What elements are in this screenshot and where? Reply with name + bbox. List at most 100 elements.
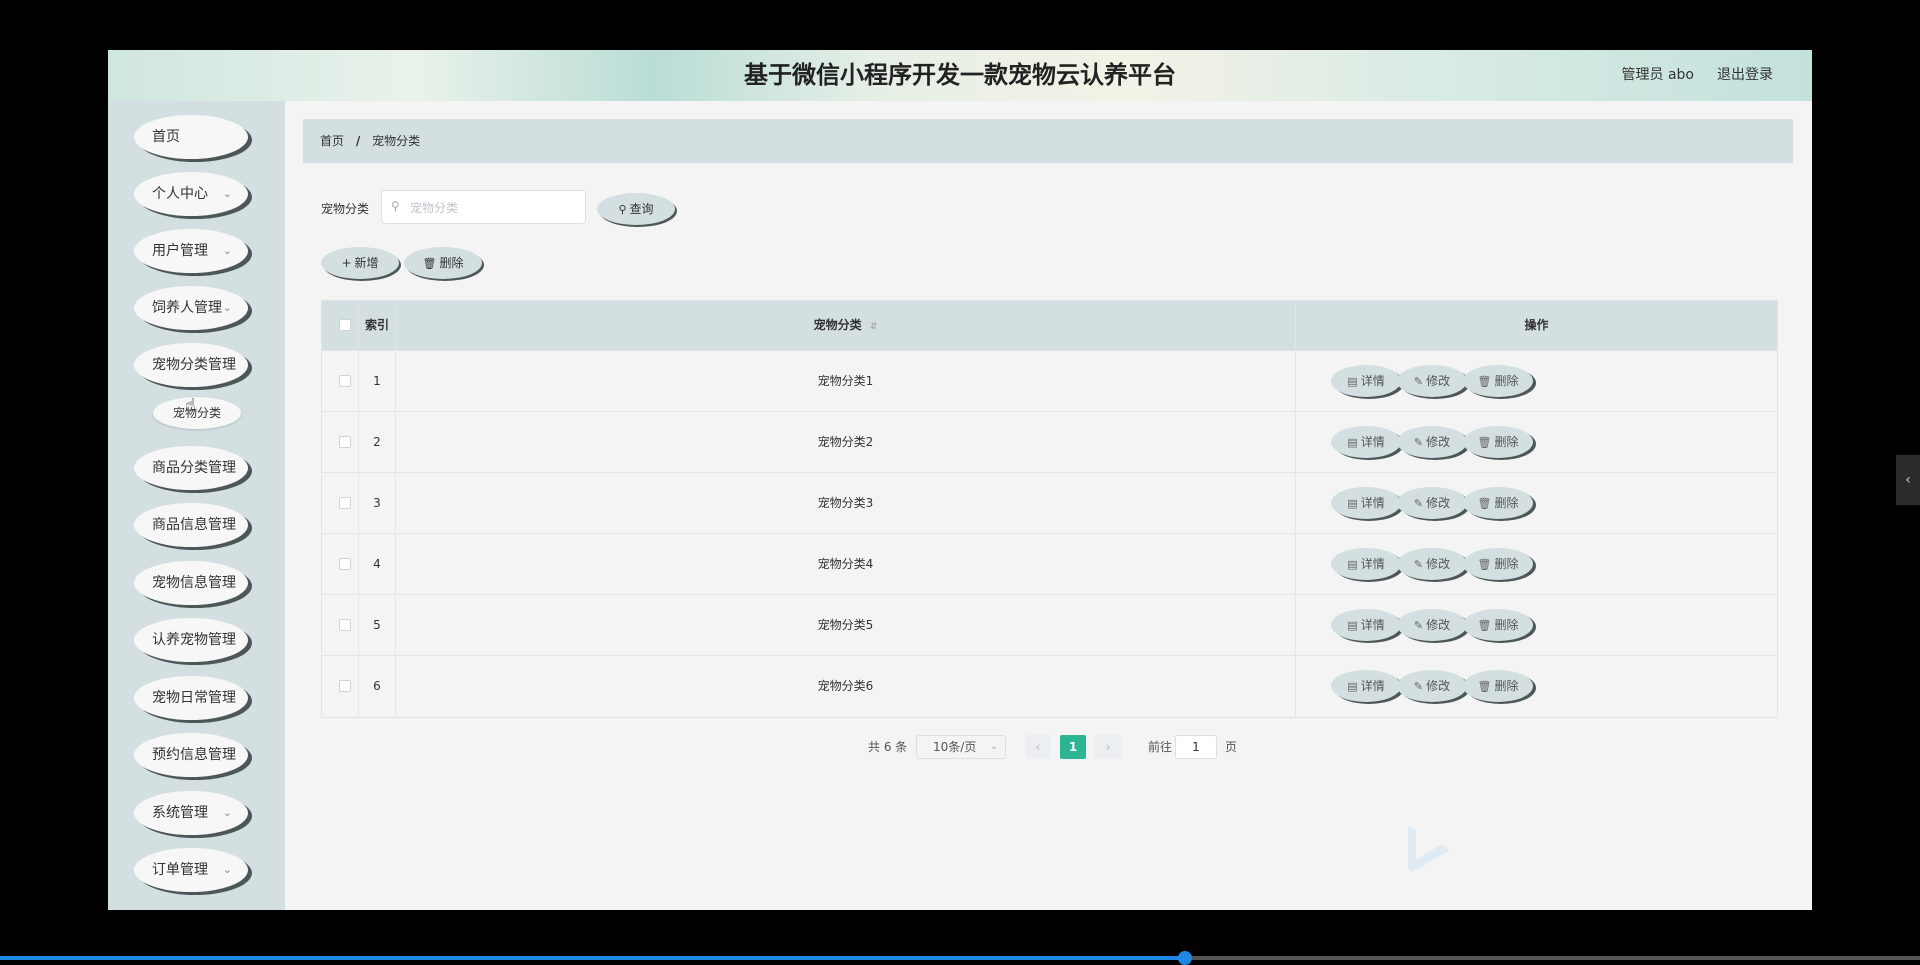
pencil-icon: ✎ — [1413, 680, 1424, 693]
prev-page-button[interactable]: ‹ — [1025, 735, 1051, 759]
trash-icon: 🗑 — [422, 257, 437, 270]
next-page-button[interactable]: › — [1095, 735, 1121, 759]
delete-button-label: 删除 — [439, 256, 464, 270]
sidebar-item-label: 宠物信息管理 — [152, 575, 236, 591]
sidebar-subitem-pet-category[interactable]: 宠物分类 — [153, 397, 241, 429]
chevron-down-icon: ⌄ — [222, 301, 232, 314]
detail-label: 详情 — [1360, 557, 1385, 571]
breadcrumb-separator: / — [355, 134, 361, 148]
sidebar-item-7[interactable]: 宠物信息管理 — [134, 561, 248, 605]
row-category: 宠物分类6 — [817, 679, 874, 693]
search-icon: ⚲ — [391, 199, 400, 213]
edit-button[interactable]: ✎ 修改 — [1397, 426, 1467, 458]
select-all-checkbox[interactable] — [339, 319, 351, 331]
page-number-current[interactable]: 1 — [1060, 735, 1086, 759]
edit-button[interactable]: ✎ 修改 — [1397, 365, 1467, 397]
sidebar-item-5[interactable]: 商品分类管理 — [134, 446, 248, 490]
row-index: 5 — [373, 618, 381, 632]
sidebar-item-1[interactable]: 个人中心 ⌄ — [134, 172, 248, 216]
sidebar-item-label: 商品信息管理 — [152, 517, 236, 533]
pencil-icon: ✎ — [1413, 497, 1424, 510]
page-unit-label: 页 — [1225, 740, 1238, 754]
sidebar-item-10[interactable]: 预约信息管理 — [134, 733, 248, 777]
query-button-label: 查询 — [629, 202, 654, 216]
watermark-logo — [1408, 826, 1450, 872]
row-checkbox[interactable] — [339, 558, 351, 570]
bulk-delete-button[interactable]: 🗑 删除 — [404, 247, 482, 279]
delete-button[interactable]: 🗑 删除 — [1463, 487, 1533, 519]
delete-button[interactable]: 🗑 删除 — [1463, 670, 1533, 702]
row-checkbox[interactable] — [339, 619, 351, 631]
sort-icon[interactable]: ⇵ — [870, 322, 878, 332]
sidebar-item-4[interactable]: 宠物分类管理 — [134, 343, 248, 387]
row-category: 宠物分类1 — [817, 374, 874, 388]
header-ops: 操作 — [1524, 318, 1549, 332]
trash-icon: 🗑 — [1477, 680, 1492, 693]
sidebar-item-3[interactable]: 饲养人管理 ⌄ — [134, 286, 248, 330]
sidebar-item-11[interactable]: 系统管理 ⌄ — [134, 791, 248, 835]
table-row: 5 宠物分类5 ▤ 详情 ✎ 修改 🗑 删除 — [322, 594, 1777, 656]
edit-button[interactable]: ✎ 修改 — [1397, 670, 1467, 702]
detail-button[interactable]: ▤ 详情 — [1331, 609, 1401, 641]
video-progress-knob[interactable] — [1177, 951, 1192, 965]
breadcrumb-home[interactable]: 首页 — [320, 134, 344, 148]
sidebar-item-8[interactable]: 认养宠物管理 — [134, 618, 248, 662]
header-category[interactable]: 宠物分类 ⇵ — [396, 301, 1295, 350]
edit-button[interactable]: ✎ 修改 — [1397, 609, 1467, 641]
sidebar-item-2[interactable]: 用户管理 ⌄ — [134, 229, 248, 273]
data-table: 索引 宠物分类 ⇵ 操作 1 宠物分类1 ▤ 详情 ✎ 修改 🗑 删除 2 宠物分类2 ▤ 详情 ✎ 修改… — [321, 300, 1778, 718]
detail-button[interactable]: ▤ 详情 — [1331, 426, 1401, 458]
edit-button[interactable]: ✎ 修改 — [1397, 548, 1467, 580]
delete-button[interactable]: 🗑 删除 — [1463, 548, 1533, 580]
divider — [1295, 351, 1296, 412]
edit-button[interactable]: ✎ 修改 — [1397, 487, 1467, 519]
page-size-select[interactable]: 10条/页 ⌄ — [916, 735, 1006, 759]
detail-button[interactable]: ▤ 详情 — [1331, 670, 1401, 702]
search-input[interactable] — [408, 197, 582, 219]
delete-label: 删除 — [1494, 679, 1519, 693]
collapse-panel-tab[interactable]: ‹ — [1896, 455, 1920, 505]
row-checkbox[interactable] — [339, 497, 351, 509]
sidebar-item-6[interactable]: 商品信息管理 — [134, 503, 248, 547]
chevron-down-icon: ⌄ — [222, 806, 232, 819]
table-row: 3 宠物分类3 ▤ 详情 ✎ 修改 🗑 删除 — [322, 472, 1777, 534]
sidebar: 宠物分类 ☝ 首页个人中心 ⌄ 用户管理 ⌄ 饲养人管理 ⌄ 宠物分类管理 商品分类管理商品信… — [108, 101, 285, 910]
divider — [1295, 656, 1296, 717]
edit-label: 修改 — [1426, 496, 1451, 510]
delete-button[interactable]: 🗑 删除 — [1463, 365, 1533, 397]
header-category-label: 宠物分类 — [813, 318, 862, 332]
row-index: 1 — [373, 374, 381, 388]
edit-label: 修改 — [1426, 374, 1451, 388]
header-index: 索引 — [364, 318, 389, 332]
goto-page-input[interactable]: 1 — [1175, 735, 1217, 759]
sidebar-item-label: 首页 — [152, 129, 180, 145]
logout-link[interactable]: 退出登录 — [1717, 50, 1773, 101]
row-checkbox[interactable] — [339, 375, 351, 387]
sidebar-item-label: 订单管理 — [152, 862, 208, 878]
delete-button[interactable]: 🗑 删除 — [1463, 609, 1533, 641]
chevron-down-icon: ⌄ — [222, 187, 232, 200]
row-checkbox[interactable] — [339, 436, 351, 448]
search-field[interactable]: ⚲ — [381, 190, 586, 224]
delete-button[interactable]: 🗑 删除 — [1463, 426, 1533, 458]
table-row: 4 宠物分类4 ▤ 详情 ✎ 修改 🗑 删除 — [322, 533, 1777, 595]
row-index: 4 — [373, 557, 381, 571]
query-button[interactable]: ⚲ 查询 — [597, 193, 675, 225]
video-progress-bar[interactable] — [0, 951, 1920, 965]
edit-label: 修改 — [1426, 435, 1451, 449]
detail-button[interactable]: ▤ 详情 — [1331, 487, 1401, 519]
divider — [1295, 534, 1296, 595]
row-category: 宠物分类5 — [817, 618, 874, 632]
detail-button[interactable]: ▤ 详情 — [1331, 365, 1401, 397]
add-button[interactable]: + 新增 — [321, 247, 399, 279]
sidebar-item-0[interactable]: 首页 — [134, 115, 248, 159]
row-index: 3 — [373, 496, 381, 510]
document-icon: ▤ — [1347, 558, 1358, 571]
detail-button[interactable]: ▤ 详情 — [1331, 548, 1401, 580]
row-category: 宠物分类2 — [817, 435, 874, 449]
row-checkbox[interactable] — [339, 680, 351, 692]
sidebar-item-9[interactable]: 宠物日常管理 — [134, 676, 248, 720]
hand-cursor-icon: ☝ — [185, 395, 196, 416]
row-index: 6 — [373, 679, 381, 693]
sidebar-item-12[interactable]: 订单管理 ⌄ — [134, 848, 248, 892]
